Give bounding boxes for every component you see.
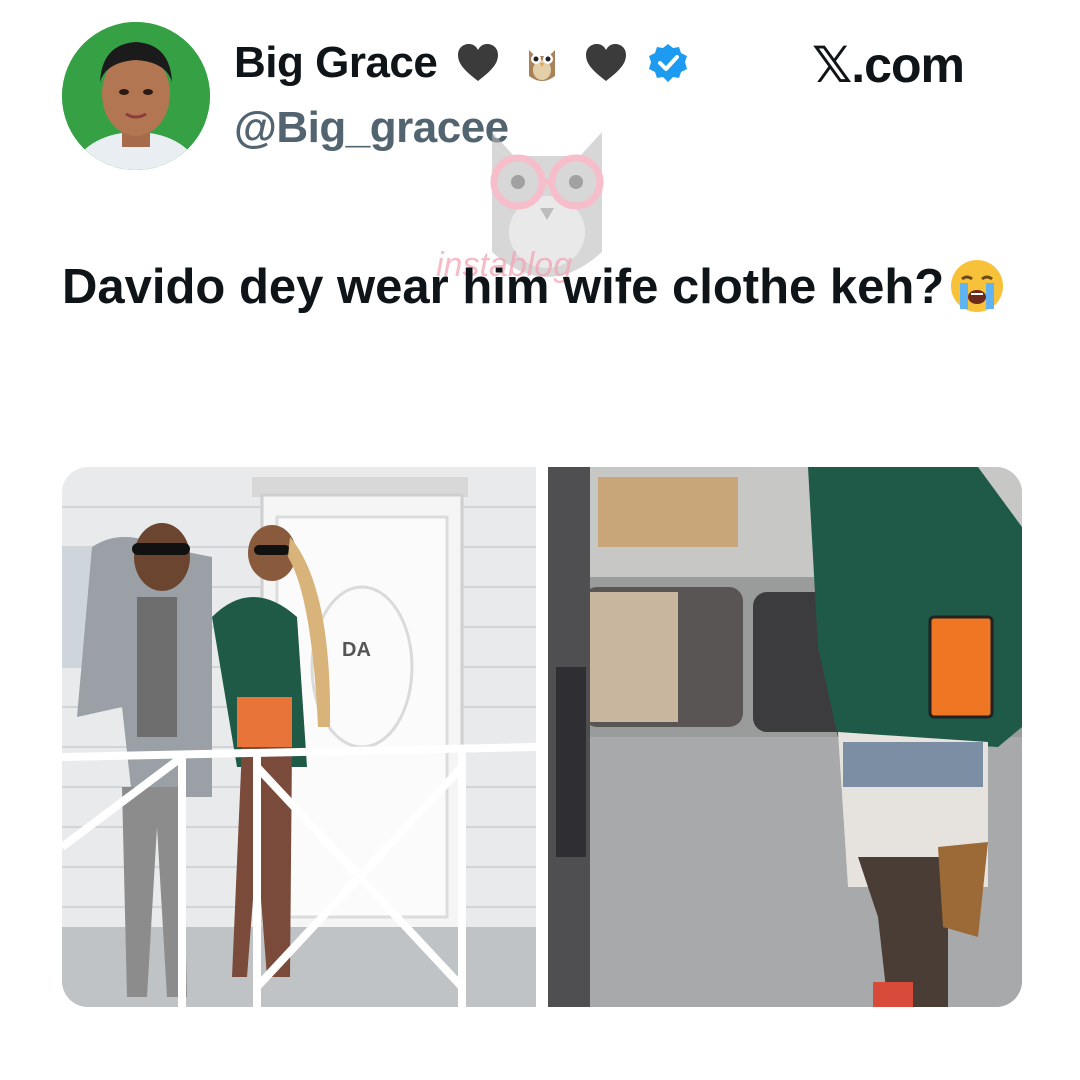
tweet-photo-2[interactable]	[548, 467, 1022, 1007]
door-sign: DA	[342, 639, 371, 661]
tweet-media-grid[interactable]: DA	[62, 467, 1022, 1007]
loudly-crying-face-icon	[948, 257, 1006, 315]
owl-icon	[519, 40, 565, 86]
author-avatar[interactable]	[62, 22, 210, 170]
black-heart-icon	[455, 40, 501, 86]
verified-badge-icon	[647, 42, 689, 84]
black-heart-icon	[583, 40, 629, 86]
author-name-row: Big Grace	[234, 38, 689, 88]
tweet-photo-1[interactable]: DA	[62, 467, 536, 1007]
author-display-name[interactable]: Big Grace	[234, 38, 438, 88]
x-brand-label: 𝕏.com	[812, 37, 965, 93]
tweet-body: Davido dey wear him wife clothe keh?	[62, 260, 945, 314]
tweet-text: Davido dey wear him wife clothe keh?	[62, 255, 1022, 319]
